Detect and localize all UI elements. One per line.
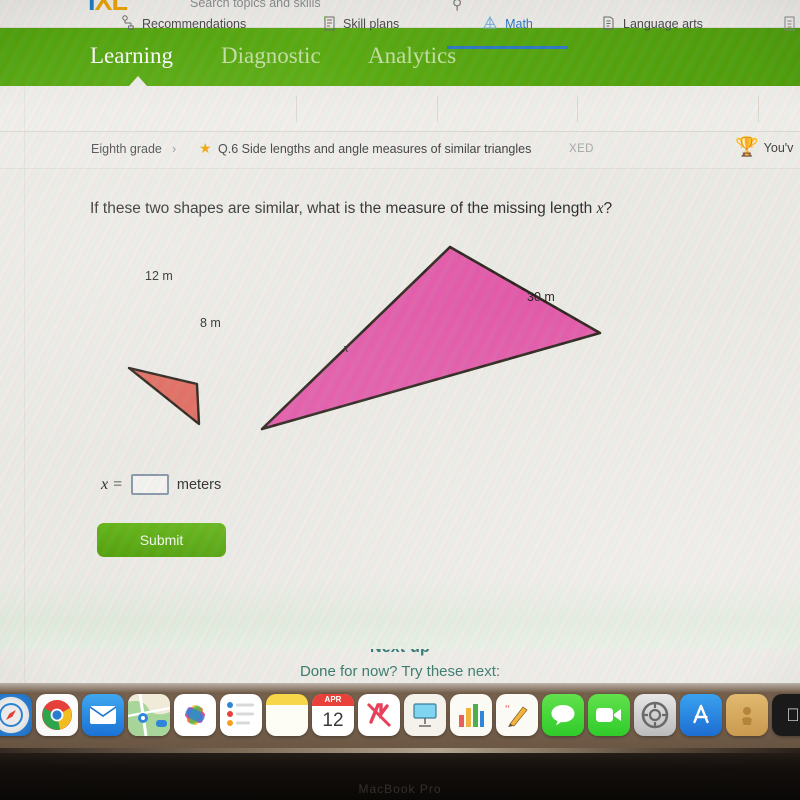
answer-unit-label: meters xyxy=(176,476,222,493)
svg-text:“: “ xyxy=(505,703,510,715)
dock-icon-numbers[interactable] xyxy=(450,694,492,736)
skill-code: XED xyxy=(569,143,594,155)
question-prefix: If these two shapes are similar, what is… xyxy=(90,200,597,217)
dock-icon-maps[interactable] xyxy=(128,694,170,736)
tab-science[interactable] xyxy=(783,10,800,38)
next-up-title: Next up xyxy=(369,639,431,656)
breadcrumb-bar: Eighth grade › ★ Q.6 Side lengths and an… xyxy=(0,133,800,169)
dock-icon-mail[interactable] xyxy=(82,694,124,736)
subject-tab-bar xyxy=(0,86,800,132)
tab-separator xyxy=(577,96,578,122)
dock-icon-photos[interactable] xyxy=(174,694,216,736)
large-pink-triangle xyxy=(260,245,602,431)
dock-icon-system-preferences[interactable] xyxy=(634,694,676,736)
tab-language-arts[interactable]: Language arts xyxy=(602,10,703,38)
content-left-rule xyxy=(24,86,25,690)
question-body: If these two shapes are similar, what is… xyxy=(0,169,800,680)
tab-separator xyxy=(296,96,297,122)
question-text: If these two shapes are similar, what is… xyxy=(90,200,612,218)
tab-label: Math xyxy=(505,16,533,31)
star-icon[interactable]: ★ xyxy=(199,140,212,157)
label-x: x xyxy=(343,340,349,355)
nav-item-diagnostic[interactable]: Diagnostic xyxy=(221,43,321,69)
dock-icon-chrome[interactable] xyxy=(36,694,78,736)
active-nav-pointer xyxy=(129,76,147,86)
apple-icon:  xyxy=(786,705,800,726)
trophy-icon: 🏆 xyxy=(735,137,759,158)
award-text: You'v xyxy=(763,140,794,155)
tab-label: Skill plans xyxy=(343,16,400,31)
dock-icon-messages[interactable] xyxy=(542,694,584,736)
tab-label: Language arts xyxy=(623,16,703,31)
calendar-day: 12 xyxy=(322,710,344,731)
dock-icon-notes[interactable] xyxy=(266,694,308,736)
dock-icon-finder-dark[interactable]:  xyxy=(772,694,800,736)
answer-variable-label: x = xyxy=(101,475,123,493)
dock-icon-app-store[interactable] xyxy=(680,694,722,736)
page-title: Q.6 Side lengths and angle measures of s… xyxy=(218,142,532,156)
submit-button[interactable]: Submit xyxy=(97,523,226,557)
tab-recommendations[interactable]: Recommendations xyxy=(121,10,246,38)
award-badge[interactable]: 🏆 You'v xyxy=(735,138,793,157)
dock-icon-news[interactable] xyxy=(358,694,400,736)
next-up-section: Next up Done for now? Try these next: xyxy=(0,639,800,680)
next-up-subtitle: Done for now? Try these next: xyxy=(299,663,501,680)
macos-dock: APR 12 “ xyxy=(0,691,800,739)
question-suffix: ? xyxy=(603,200,613,217)
skill-plans-icon xyxy=(322,15,336,34)
answer-input[interactable] xyxy=(130,474,169,495)
tab-math[interactable]: Math xyxy=(447,10,568,49)
tab-label: Recommendations xyxy=(142,16,247,31)
label-12m: 12 m xyxy=(145,269,173,283)
tab-separator xyxy=(758,96,759,122)
dock-icon-podcasts[interactable] xyxy=(726,694,768,736)
breadcrumb-separator: › xyxy=(172,141,177,156)
recommendations-icon xyxy=(121,15,135,33)
dock-icon-safari[interactable] xyxy=(0,694,32,736)
nav-item-analytics[interactable]: Analytics xyxy=(368,43,456,69)
math-icon xyxy=(482,15,498,34)
photo-of-laptop-screen: IXL Search topics and skills ⚲ Learning … xyxy=(0,0,800,800)
tab-separator xyxy=(437,96,438,122)
dock-icon-pages[interactable]: “ xyxy=(496,694,538,736)
dock-icon-keynote[interactable] xyxy=(404,694,446,736)
browser-screen: IXL Search topics and skills ⚲ Learning … xyxy=(0,0,800,690)
label-8m: 8 m xyxy=(200,316,221,330)
laptop-bezel: MacBook Pro xyxy=(0,748,800,800)
answer-row: x = meters xyxy=(101,474,221,495)
macos-dock-area: APR 12 “ xyxy=(0,683,800,751)
dock-icon-facetime[interactable] xyxy=(588,694,630,736)
small-red-triangle xyxy=(127,366,201,426)
active-tab-underline xyxy=(447,46,568,49)
science-icon xyxy=(783,15,797,34)
bezel-lip xyxy=(0,748,800,753)
dock-icon-calendar[interactable]: APR 12 xyxy=(312,694,354,736)
calendar-month: APR xyxy=(312,694,354,706)
search-input[interactable]: Search topics and skills xyxy=(190,0,321,10)
language-arts-icon xyxy=(602,15,616,34)
device-brand-label: MacBook Pro xyxy=(358,782,442,796)
similar-triangles-diagram: 12 m 8 m 30 m x xyxy=(0,224,800,464)
nav-item-learning[interactable]: Learning xyxy=(90,43,173,69)
dock-icon-reminders[interactable] xyxy=(220,694,262,736)
tab-skill-plans[interactable]: Skill plans xyxy=(322,10,399,38)
breadcrumb-grade[interactable]: Eighth grade xyxy=(91,142,162,156)
label-30m: 30 m xyxy=(527,290,555,304)
